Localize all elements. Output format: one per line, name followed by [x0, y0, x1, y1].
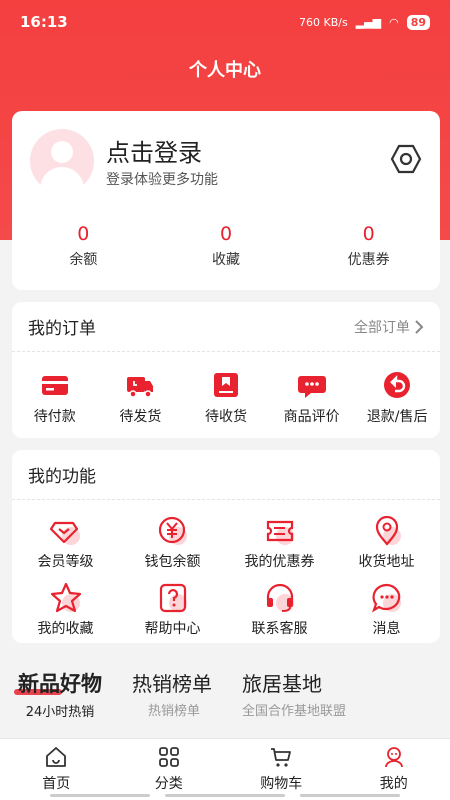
wifi-icon: ◠: [389, 15, 399, 29]
order-pending-receipt[interactable]: 待收货: [183, 370, 269, 426]
func-customer-service[interactable]: 联系客服: [226, 581, 333, 638]
nav-label: 购物车: [260, 776, 303, 792]
functions-card: 我的功能 会员等级 钱包余额 我的优惠券 收货地址 我的收藏 帮助中心 联系客服…: [12, 450, 440, 643]
message-icon: [371, 583, 401, 613]
home-icon: [46, 747, 67, 767]
func-label: 消息: [372, 621, 401, 637]
order-refund[interactable]: 退款/售后: [354, 370, 440, 426]
status-icons: 760 KB/s ▂▄▆ ◠ 89: [298, 14, 430, 30]
stat-favorites[interactable]: 0 收藏: [155, 223, 298, 269]
stat-value: 0: [77, 223, 90, 245]
stat-value: 0: [219, 223, 233, 245]
user-icon: [384, 747, 403, 768]
functions-grid: 会员等级 钱包余额 我的优惠券 收货地址 我的收藏 帮助中心 联系客服 消息: [12, 500, 440, 638]
nav-label: 首页: [42, 776, 71, 792]
orders-header: 我的订单 全部订单: [12, 302, 440, 352]
signal-icon: ▂▄▆: [355, 15, 382, 29]
func-member-level[interactable]: 会员等级: [12, 514, 119, 571]
stat-label: 收藏: [212, 252, 240, 268]
nav-category[interactable]: 分类: [113, 739, 226, 800]
func-help[interactable]: 帮助中心: [119, 581, 226, 638]
yen-icon: [158, 516, 187, 545]
battery-indicator: 89: [406, 14, 430, 30]
box-icon: [213, 373, 238, 397]
return-icon: [384, 372, 411, 398]
truck-icon: [127, 377, 154, 398]
avatar[interactable]: [30, 129, 94, 193]
stat-value: 0: [362, 223, 375, 245]
func-label: 我的优惠券: [244, 554, 315, 570]
func-label: 收货地址: [358, 554, 415, 570]
gesture-bar: [300, 794, 400, 797]
stat-balance[interactable]: 0 余额: [12, 223, 155, 269]
stat-label: 优惠券: [347, 252, 390, 268]
tab-hot-ranking[interactable]: 热销榜单 热销榜单: [102, 668, 212, 738]
func-label: 帮助中心: [144, 621, 201, 637]
functions-title: 我的功能: [28, 467, 96, 487]
diamond-icon: [49, 521, 80, 545]
order-review[interactable]: 商品评价: [269, 370, 355, 426]
tab-title: 新品好物: [18, 672, 102, 696]
status-bar: 16:13 760 KB/s ▂▄▆ ◠ 89: [0, 0, 450, 44]
settings-icon[interactable]: [390, 143, 422, 175]
functions-header: 我的功能: [12, 450, 440, 500]
func-coupons[interactable]: 我的优惠券: [226, 514, 333, 571]
func-label: 联系客服: [251, 621, 308, 637]
nav-mine[interactable]: 我的: [338, 739, 450, 800]
cart-icon: [271, 748, 292, 767]
gesture-bar: [165, 794, 285, 797]
all-orders-label: 全部订单: [354, 319, 410, 336]
chevron-right-icon: [415, 319, 424, 334]
order-label: 退款/售后: [366, 409, 428, 425]
grid-icon: [158, 747, 179, 767]
location-icon: [375, 515, 401, 546]
tab-travel-base[interactable]: 旅居基地 全国合作基地联盟: [212, 668, 346, 738]
order-label: 待付款: [33, 409, 76, 425]
nav-label: 我的: [379, 776, 408, 792]
orders-card: 我的订单 全部订单 待付款 待发货 待收货 商品评价 退款/售后: [12, 302, 440, 438]
order-status-row: 待付款 待发货 待收货 商品评价 退款/售后: [12, 352, 440, 426]
nav-home[interactable]: 首页: [0, 739, 113, 800]
profile-card: 点击登录 登录体验更多功能 0 余额 0 收藏 0 优惠券: [12, 111, 440, 290]
tab-subtitle: 24小时热销: [25, 705, 95, 720]
comment-icon: [297, 376, 326, 398]
nav-label: 分类: [154, 776, 183, 792]
bottom-navigation: 首页 分类 购物车 我的: [0, 738, 450, 800]
coupon-icon: [266, 520, 294, 545]
func-label: 会员等级: [37, 554, 94, 570]
tab-subtitle: 热销榜单: [148, 704, 201, 719]
all-orders-link[interactable]: 全部订单: [354, 317, 424, 337]
func-favorites[interactable]: 我的收藏: [12, 581, 119, 638]
func-address[interactable]: 收货地址: [333, 514, 440, 571]
headset-icon: [266, 583, 294, 612]
func-label: 钱包余额: [144, 554, 201, 570]
login-link[interactable]: 点击登录: [106, 133, 202, 168]
order-pending-shipment[interactable]: 待发货: [98, 370, 184, 426]
func-messages[interactable]: 消息: [333, 581, 440, 638]
star-icon: [50, 582, 81, 613]
order-label: 待收货: [204, 409, 247, 425]
product-tabs: 新品好物 24小时热销 热销榜单 热销榜单 旅居基地 全国合作基地联盟: [0, 668, 450, 738]
card-icon: [41, 376, 68, 395]
order-label: 待发货: [119, 409, 162, 425]
stat-coupons[interactable]: 0 优惠券: [297, 223, 440, 269]
gesture-bar: [50, 794, 150, 797]
status-time: 16:13: [20, 13, 68, 31]
orders-title: 我的订单: [28, 319, 96, 339]
order-label: 商品评价: [283, 409, 340, 425]
login-subtitle: 登录体验更多功能: [106, 172, 218, 188]
func-wallet[interactable]: 钱包余额: [119, 514, 226, 571]
tab-new-products[interactable]: 新品好物 24小时热销: [0, 668, 102, 738]
tab-title: 热销榜单: [132, 672, 212, 696]
profile-stats: 0 余额 0 收藏 0 优惠券: [12, 223, 440, 269]
order-pending-payment[interactable]: 待付款: [12, 370, 98, 426]
tab-subtitle: 全国合作基地联盟: [242, 704, 347, 719]
func-label: 我的收藏: [37, 621, 94, 637]
nav-cart[interactable]: 购物车: [225, 739, 338, 800]
help-icon: [159, 583, 187, 613]
page-title: 个人中心: [189, 60, 261, 81]
tab-title: 旅居基地: [242, 672, 322, 696]
stat-label: 余额: [69, 252, 98, 268]
net-speed: 760 KB/s: [298, 15, 348, 29]
